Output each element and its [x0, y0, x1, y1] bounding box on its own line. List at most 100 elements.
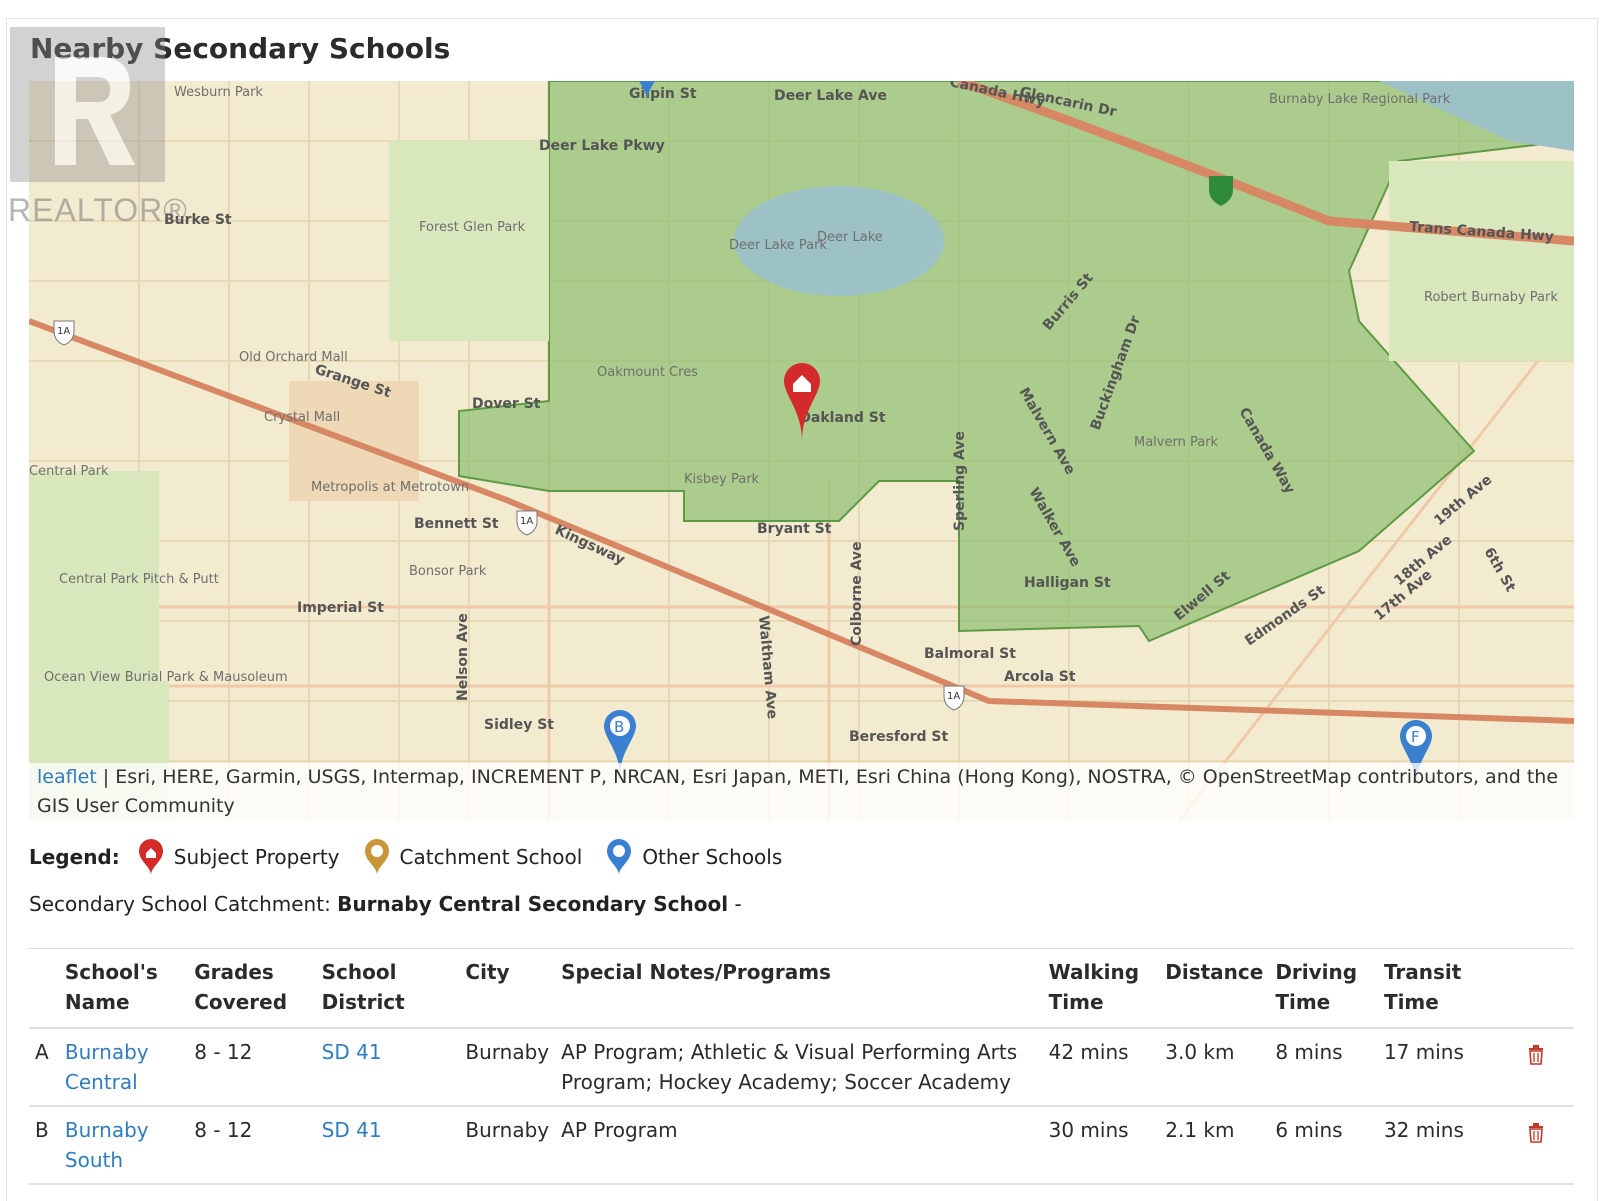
- map-label: Burnaby Lake Regional Park: [1269, 92, 1451, 107]
- map-label: Old Orchard Mall: [239, 350, 348, 365]
- map-label: Deer Lake Ave: [774, 88, 887, 104]
- walking-cell: 30 mins: [1048, 1118, 1129, 1142]
- city-cell: Burnaby: [465, 1118, 550, 1142]
- table-row: B Burnaby South 8 - 12 SD 41 Burnaby AP P…: [29, 1106, 1574, 1184]
- row-letter: A: [35, 1040, 49, 1064]
- map-label: Dover St: [472, 396, 541, 412]
- col-header-name: School's Name: [64, 960, 158, 1014]
- delete-button[interactable]: [1497, 1028, 1574, 1106]
- col-header-distance: Distance: [1165, 960, 1264, 984]
- map-canvas[interactable]: Wesburn Park Gilpin St Deer Lake Ave Dee…: [29, 81, 1574, 821]
- distance-cell: 2.1 km: [1165, 1118, 1235, 1142]
- schools-table: School's Name Grades Covered School Distric…: [29, 948, 1574, 1185]
- legend-label: Legend:: [29, 845, 120, 869]
- hwy-1a-shield: 1A: [516, 510, 538, 536]
- catchment-school: Burnaby Central Secondary School: [337, 892, 729, 916]
- legend-other-label: Other Schools: [642, 845, 783, 869]
- map-label: Beresford St: [849, 729, 948, 745]
- map-label: Deer Lake Pkwy: [539, 138, 665, 154]
- gold-pin-icon: [364, 839, 389, 875]
- driving-cell: 6 mins: [1275, 1118, 1343, 1142]
- map-label: Central Park Pitch & Putt: [59, 572, 219, 587]
- map-label: Ocean View Burial Park & Mausoleum: [44, 670, 288, 685]
- col-header-district: School District: [321, 960, 405, 1014]
- legend-catchment: Catchment School: [364, 838, 583, 876]
- map-label: Arcola St: [1004, 669, 1076, 685]
- catchment-map[interactable]: Wesburn Park Gilpin St Deer Lake Ave Dee…: [29, 81, 1574, 821]
- catchment-line: Secondary School Catchment: Burnaby Cent…: [29, 892, 742, 916]
- map-legend: Legend: Subject Property Catchment Schoo…: [29, 838, 806, 876]
- map-label: Central Park: [29, 464, 109, 479]
- map-label: Gilpin St: [629, 86, 697, 102]
- district-link[interactable]: SD 41: [316, 1106, 460, 1184]
- legend-subject: Subject Property: [138, 838, 340, 876]
- svg-text:1A: 1A: [947, 691, 960, 702]
- red-pin-icon: [138, 839, 163, 875]
- map-label: Bonsor Park: [409, 564, 487, 579]
- trash-icon: [1528, 1045, 1543, 1065]
- attribution-text: | Esri, HERE, Garmin, USGS, Intermap, IN…: [37, 766, 1559, 817]
- map-label: Nelson Ave: [455, 613, 471, 701]
- driving-cell: 8 mins: [1275, 1040, 1343, 1064]
- col-header-notes: Special Notes/Programs: [561, 960, 831, 984]
- notes-cell: AP Program: [561, 1118, 678, 1142]
- transit-cell: 32 mins: [1383, 1118, 1464, 1142]
- forest-glen-park: [389, 141, 549, 341]
- school-name-link[interactable]: Burnaby South: [59, 1106, 188, 1184]
- delete-button[interactable]: [1497, 1106, 1574, 1184]
- map-label: Balmoral St: [924, 646, 1016, 662]
- col-header-transit: Transit Time: [1383, 960, 1462, 1014]
- transit-cell: 17 mins: [1383, 1040, 1464, 1064]
- realtor-logo-icon: [10, 27, 165, 182]
- hwy-1a-shield: 1A: [53, 320, 75, 346]
- map-label: Kisbey Park: [684, 472, 760, 487]
- map-label: Bennett St: [414, 516, 499, 532]
- legend-catchment-label: Catchment School: [399, 845, 583, 869]
- trash-icon: [1528, 1123, 1543, 1143]
- map-label: Bryant St: [757, 521, 832, 537]
- col-header-grades: Grades Covered: [194, 960, 288, 1014]
- school-name-link[interactable]: Burnaby Central: [59, 1028, 188, 1106]
- map-label: Sperling Ave: [952, 431, 968, 531]
- distance-cell: 3.0 km: [1165, 1040, 1235, 1064]
- map-attribution: leaflet | Esri, HERE, Garmin, USGS, Inte…: [29, 763, 1574, 821]
- map-label: Oakmount Cres: [597, 365, 698, 380]
- map-label: Sidley St: [484, 717, 554, 733]
- notes-cell: AP Program; Athletic & Visual Performing…: [561, 1040, 1018, 1094]
- leaflet-link[interactable]: leaflet: [37, 766, 97, 788]
- svg-text:F: F: [1411, 728, 1420, 746]
- svg-text:1A: 1A: [520, 516, 533, 527]
- realtor-wordmark: REALTOR®: [8, 192, 188, 228]
- map-label: Malvern Park: [1134, 435, 1219, 450]
- blue-pin-icon: [607, 839, 632, 875]
- map-label: Metropolis at Metrotown: [311, 480, 469, 495]
- col-header-driving: Driving Time: [1275, 960, 1358, 1014]
- map-label: Halligan St: [1024, 575, 1111, 591]
- hwy-1a-shield: 1A: [943, 685, 965, 711]
- robert-burnaby-park: [1389, 161, 1574, 361]
- svg-text:1A: 1A: [57, 326, 70, 337]
- map-label: Colborne Ave: [849, 541, 865, 646]
- svg-text:B: B: [614, 718, 624, 736]
- legend-other: Other Schools: [606, 838, 782, 876]
- grades-cell: 8 - 12: [194, 1040, 253, 1064]
- map-label: Waltham Ave: [755, 615, 780, 720]
- map-label: Robert Burnaby Park: [1424, 290, 1558, 305]
- legend-subject-label: Subject Property: [173, 845, 340, 869]
- table-header-row: School's Name Grades Covered School Distric…: [29, 948, 1574, 1028]
- walking-cell: 42 mins: [1048, 1040, 1129, 1064]
- col-header-city: City: [465, 960, 510, 984]
- row-letter: B: [35, 1118, 49, 1142]
- realtor-watermark: REALTOR®: [0, 22, 187, 232]
- city-cell: Burnaby: [465, 1040, 550, 1064]
- map-label: Forest Glen Park: [419, 220, 526, 235]
- map-label: Oakland St: [799, 410, 886, 426]
- catchment-suffix: -: [734, 892, 742, 916]
- map-label: Wesburn Park: [174, 85, 263, 100]
- map-label: 6th St: [1481, 545, 1519, 595]
- col-header-walking: Walking Time: [1048, 960, 1140, 1014]
- map-label: Deer Lake: [817, 230, 883, 245]
- map-label: Imperial St: [297, 600, 384, 616]
- map-label: Deer Lake Park: [729, 238, 827, 253]
- district-link[interactable]: SD 41: [316, 1028, 460, 1106]
